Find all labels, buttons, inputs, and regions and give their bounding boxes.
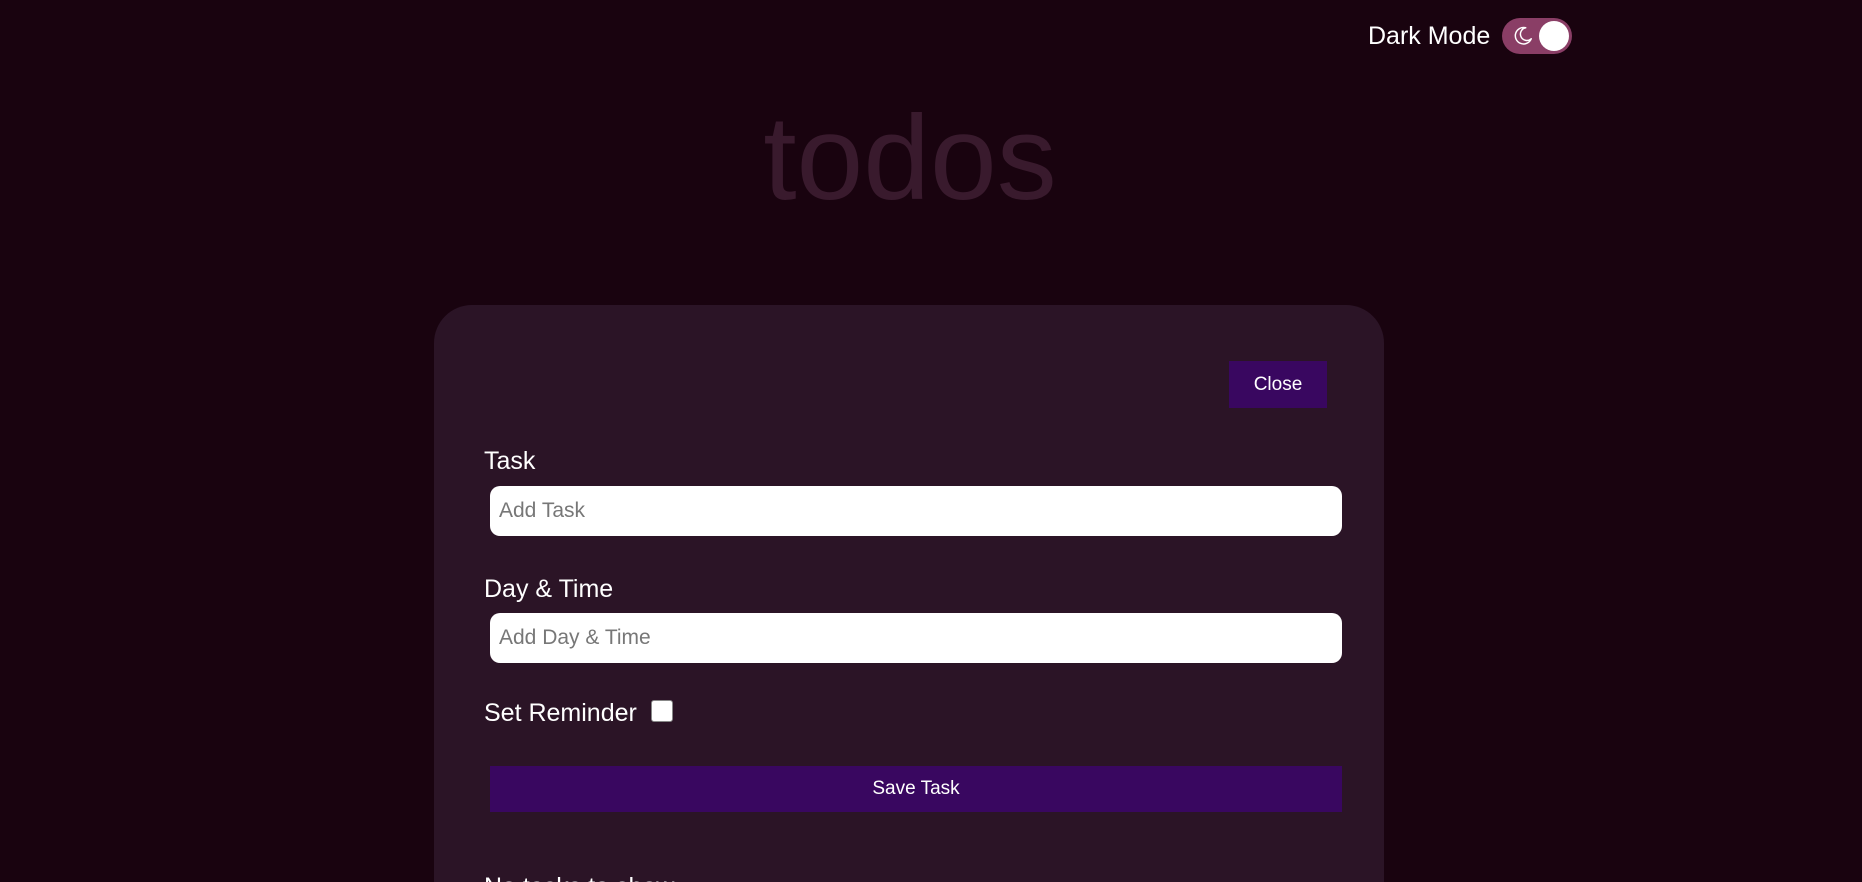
theme-switch-bar: Dark Mode (1368, 18, 1573, 54)
save-task-button[interactable]: Save Task (490, 766, 1342, 812)
dark-mode-label: Dark Mode (1368, 21, 1491, 50)
add-task-card: Close Task Day & Time Set Reminder Save … (434, 305, 1384, 882)
task-label: Task (484, 447, 536, 475)
day-time-label: Day & Time (484, 575, 614, 603)
set-reminder-checkbox[interactable] (650, 699, 673, 722)
set-reminder-label: Set Reminder (484, 699, 637, 727)
app-logo-title: todos (763, 91, 1057, 225)
task-input[interactable] (490, 486, 1342, 536)
tasks-empty-heading: No tasks to show (484, 873, 674, 882)
reminder-row: Set Reminder (484, 699, 673, 728)
day-time-input[interactable] (490, 613, 1342, 663)
toggle-knob (1539, 21, 1570, 51)
app-page: Dark Mode todos Close Task Day & Time Se… (0, 0, 1862, 882)
close-button[interactable]: Close (1229, 361, 1327, 408)
dark-mode-toggle[interactable] (1502, 18, 1573, 54)
moon-icon (1514, 26, 1533, 45)
